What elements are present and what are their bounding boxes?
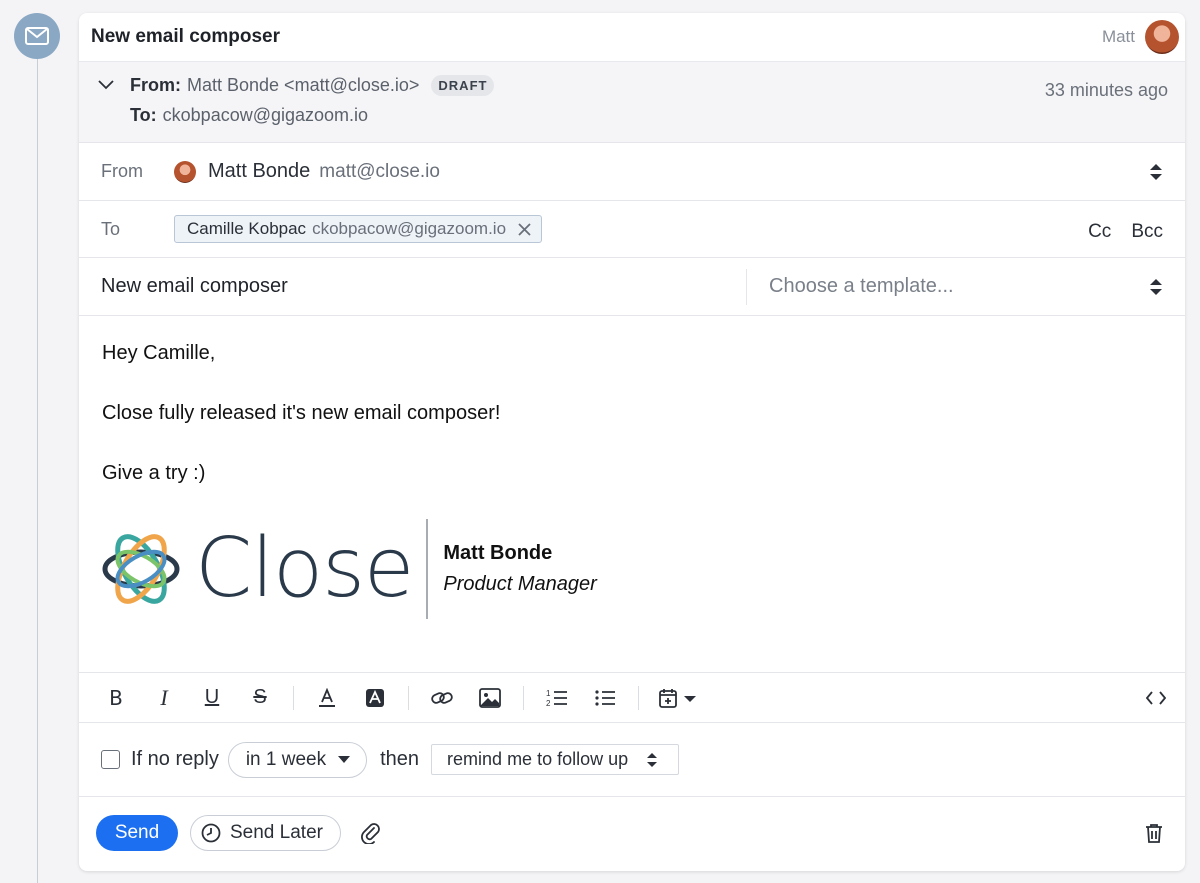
- template-placeholder: Choose a template...: [769, 275, 954, 297]
- bcc-button[interactable]: Bcc: [1131, 221, 1163, 243]
- sender-avatar: [174, 160, 196, 183]
- timeline-line: [37, 56, 38, 883]
- recipient-email: ckobpacow@gigazoom.io: [312, 219, 507, 238]
- from-label: From: [101, 161, 143, 181]
- signature-name: Matt Bonde: [443, 542, 553, 564]
- sort-updown-icon[interactable]: [1149, 163, 1163, 181]
- action-bar: Send Send Later: [79, 797, 1185, 869]
- owner-avatar: [1145, 20, 1179, 54]
- toolbar-divider: [408, 685, 409, 710]
- email-activity-card: New email composer Matt From: Matt Bonde…: [79, 13, 1185, 871]
- image-icon[interactable]: [475, 683, 505, 713]
- from-field[interactable]: From Matt Bonde matt@close.io: [79, 143, 1185, 201]
- followup-reminder: If no reply in 1 week then remind me to …: [79, 723, 1185, 797]
- activity-title: New email composer: [91, 26, 281, 47]
- toolbar-divider: [523, 685, 524, 710]
- followup-action-value: remind me to follow up: [447, 749, 629, 769]
- meta-from-value: Matt Bonde <matt@close.io>: [187, 74, 420, 95]
- subject-input[interactable]: New email composer: [101, 268, 747, 305]
- format-toolbar: B I U S 12: [79, 673, 1185, 723]
- body-line: Hey Camille,: [102, 342, 216, 364]
- calendar-insert-icon[interactable]: [657, 683, 701, 713]
- followup-delay-value: in 1 week: [245, 748, 327, 770]
- owner-name: Matt: [1101, 27, 1135, 46]
- caret-down-icon: [338, 756, 351, 763]
- signature-divider: [426, 519, 429, 619]
- svg-text:1: 1: [546, 689, 551, 698]
- to-field[interactable]: To Camille Kobpac ckobpacow@gigazoom.io …: [79, 201, 1185, 258]
- activity-owner[interactable]: Matt: [1102, 20, 1179, 54]
- sort-updown-icon: [646, 752, 658, 768]
- collapse-chevron-icon[interactable]: [98, 80, 116, 90]
- card-header: New email composer Matt: [79, 13, 1185, 61]
- strikethrough-button[interactable]: S: [245, 683, 275, 713]
- send-later-button[interactable]: Send Later: [190, 815, 341, 851]
- trash-icon[interactable]: [1145, 823, 1163, 843]
- bulleted-list-icon[interactable]: [590, 683, 620, 713]
- signature-role: Product Manager: [443, 573, 597, 595]
- meta-timestamp: 33 minutes ago: [1044, 80, 1168, 100]
- bold-button[interactable]: B: [101, 683, 131, 713]
- draft-badge: DRAFT: [431, 74, 495, 96]
- link-icon[interactable]: [427, 683, 457, 713]
- email-meta: From: Matt Bonde <matt@close.io> DRAFT T…: [79, 61, 1185, 143]
- sender-name: Matt Bonde: [208, 160, 311, 182]
- email-body-editor[interactable]: Hey Camille, Close fully released it's n…: [79, 316, 1185, 673]
- followup-checkbox[interactable]: [101, 750, 120, 769]
- svg-text:2: 2: [546, 699, 551, 708]
- italic-button[interactable]: I: [149, 683, 179, 713]
- envelope-icon: [14, 13, 60, 59]
- followup-prefix: If no reply: [131, 748, 219, 770]
- recipient-chip[interactable]: Camille Kobpac ckobpacow@gigazoom.io: [174, 215, 543, 243]
- recipient-name: Camille Kobpac: [187, 219, 307, 238]
- body-line: Give a try :): [102, 462, 206, 484]
- send-later-label: Send Later: [230, 822, 323, 843]
- close-logo-text: Close: [195, 521, 414, 616]
- followup-then: then: [380, 748, 420, 770]
- sender-email: matt@close.io: [319, 160, 440, 182]
- remove-recipient-icon[interactable]: [518, 222, 531, 236]
- followup-delay-select[interactable]: in 1 week: [227, 741, 368, 778]
- numbered-list-icon[interactable]: 12: [542, 683, 572, 713]
- body-line: Close fully released it's new email comp…: [102, 402, 501, 424]
- followup-action-select[interactable]: remind me to follow up: [431, 744, 680, 775]
- text-color-icon[interactable]: [312, 683, 342, 713]
- to-label: To: [101, 218, 121, 239]
- send-button[interactable]: Send: [96, 815, 178, 851]
- sort-updown-icon: [1149, 278, 1163, 296]
- template-select[interactable]: Choose a template...: [747, 275, 1185, 298]
- highlight-color-icon[interactable]: [360, 683, 390, 713]
- toolbar-divider: [638, 685, 639, 710]
- close-logo-mark-icon: [102, 534, 180, 604]
- toolbar-divider: [293, 685, 294, 710]
- meta-to-label: To:: [130, 104, 157, 125]
- paperclip-icon[interactable]: [361, 822, 381, 844]
- subject-row: New email composer Choose a template...: [79, 258, 1185, 316]
- meta-to-value: ckobpacow@gigazoom.io: [162, 104, 369, 125]
- cc-button[interactable]: Cc: [1088, 221, 1111, 243]
- code-view-icon[interactable]: [1141, 683, 1171, 713]
- email-signature: Close Matt Bonde Product Manager: [101, 519, 597, 619]
- underline-button[interactable]: U: [197, 683, 227, 713]
- meta-from-label: From:: [130, 74, 181, 95]
- clock-icon: [201, 823, 221, 843]
- close-logo: Close: [101, 521, 414, 616]
